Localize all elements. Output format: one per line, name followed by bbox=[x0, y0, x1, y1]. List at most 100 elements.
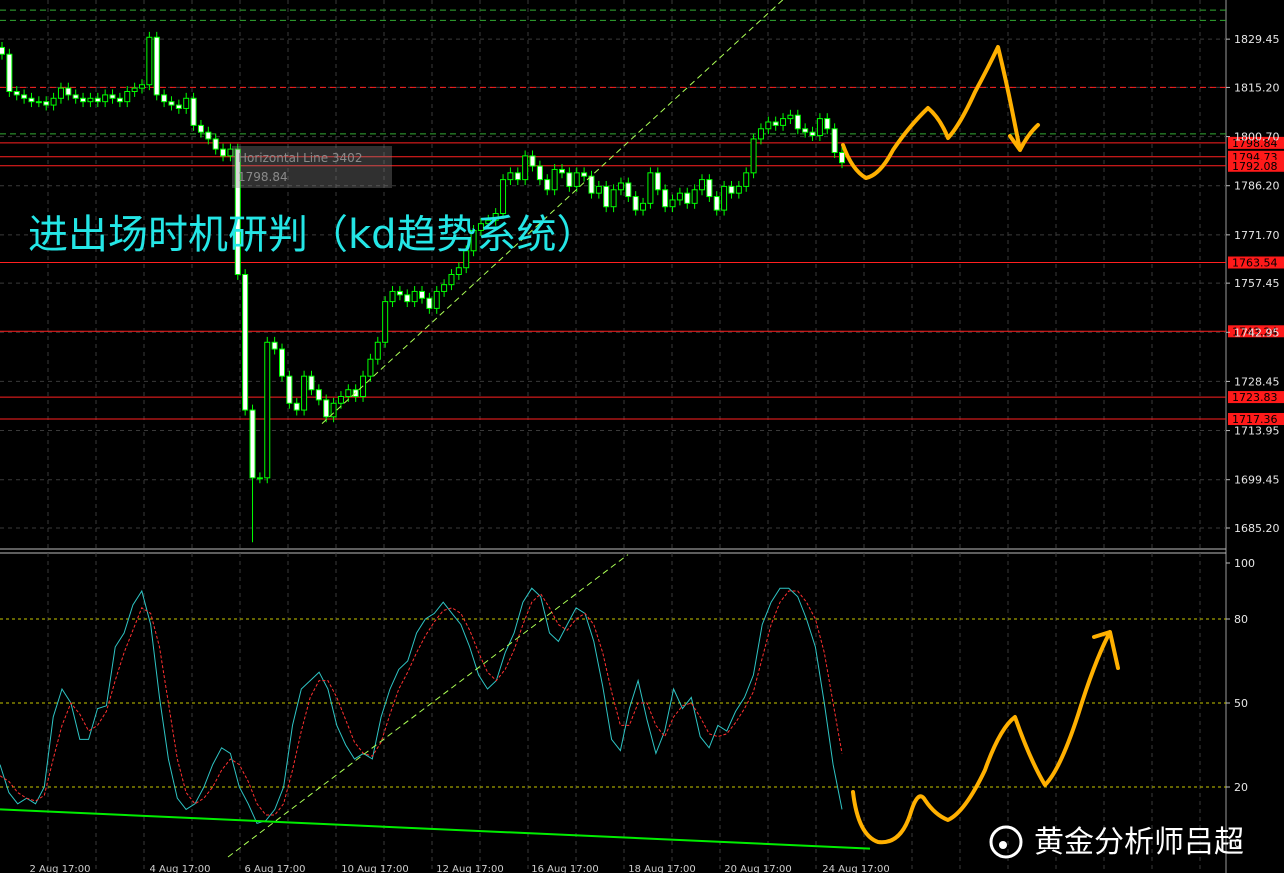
candle-body bbox=[603, 185, 610, 208]
candle-body bbox=[220, 148, 227, 157]
y-tick-label: 1757.45 bbox=[1234, 277, 1280, 290]
candle-body bbox=[72, 94, 79, 99]
candle-body bbox=[802, 128, 809, 133]
stoch-tick-label: 100 bbox=[1234, 557, 1255, 570]
candle-body bbox=[404, 294, 411, 303]
candle-body bbox=[323, 399, 330, 418]
candle-body bbox=[772, 121, 779, 126]
x-tick-label: 12 Aug 17:00 bbox=[436, 864, 503, 873]
candle-body bbox=[6, 53, 13, 92]
level-price-tag-text: 1763.54 bbox=[1232, 257, 1278, 270]
candle-body bbox=[337, 396, 344, 404]
candle-body bbox=[21, 94, 28, 99]
stoch-tick-label: 20 bbox=[1234, 781, 1248, 794]
stoch-tick-label: 80 bbox=[1234, 613, 1248, 626]
candle-body bbox=[190, 97, 197, 126]
candle-body bbox=[559, 168, 565, 174]
candle-body bbox=[544, 179, 551, 191]
candle-body bbox=[146, 36, 153, 86]
candle-body bbox=[617, 182, 624, 191]
candle-body bbox=[411, 290, 418, 303]
candle-body bbox=[183, 97, 190, 109]
weibo-icon-eye bbox=[999, 841, 1007, 849]
candle-body bbox=[419, 290, 425, 299]
candle-body bbox=[175, 104, 182, 109]
object-label-name: Horizontal Line 3402 bbox=[238, 151, 362, 165]
candle-body bbox=[197, 124, 204, 133]
candle-body bbox=[780, 118, 787, 126]
candle-body bbox=[433, 290, 440, 309]
candle-body bbox=[293, 402, 300, 411]
candle-body bbox=[455, 267, 462, 276]
candle-body bbox=[765, 121, 772, 130]
candle-body bbox=[691, 189, 698, 204]
candle-body bbox=[529, 155, 536, 167]
candle-body bbox=[80, 97, 87, 103]
candle-body bbox=[116, 97, 123, 103]
candle-body bbox=[699, 179, 705, 191]
candle-body bbox=[57, 87, 64, 99]
level-price-tag-text: 1723.83 bbox=[1232, 391, 1278, 404]
candle-body bbox=[242, 274, 249, 411]
candle-body bbox=[669, 199, 676, 208]
candle-body bbox=[735, 185, 742, 194]
candle-body bbox=[684, 192, 691, 204]
candle-body bbox=[43, 101, 50, 106]
trading-chart: 1798.841794.731792.081763.541743.241723.… bbox=[0, 0, 1284, 873]
candle-body bbox=[448, 274, 455, 286]
y-tick-label: 1786.20 bbox=[1234, 180, 1280, 193]
candle-body bbox=[264, 341, 271, 479]
candle-body bbox=[794, 114, 801, 130]
candle-body bbox=[831, 128, 838, 153]
candle-body bbox=[728, 185, 735, 194]
candle-body bbox=[205, 131, 212, 140]
candle-body bbox=[131, 87, 138, 93]
candle-body bbox=[713, 196, 720, 211]
candle-body bbox=[367, 358, 374, 377]
candle-body bbox=[87, 97, 94, 103]
candle-body bbox=[279, 348, 285, 377]
candle-body bbox=[566, 172, 573, 187]
candle-body bbox=[721, 185, 728, 211]
candle-body bbox=[750, 138, 757, 174]
candle-body bbox=[610, 189, 617, 208]
candle-body bbox=[816, 118, 823, 137]
y-tick-label: 1728.45 bbox=[1234, 375, 1280, 388]
candle-body bbox=[308, 375, 315, 391]
candle-body bbox=[102, 94, 109, 103]
candle-body bbox=[382, 301, 389, 343]
candle-body bbox=[787, 114, 794, 120]
candle-body bbox=[706, 179, 713, 198]
candle-body bbox=[522, 155, 529, 181]
candle-body bbox=[514, 172, 521, 181]
candle-body bbox=[676, 192, 683, 201]
chart-title: 进出场时机研判（kd趋势系统） bbox=[28, 212, 597, 258]
candle-body bbox=[507, 172, 514, 181]
candle-body bbox=[581, 172, 588, 177]
candle-body bbox=[588, 175, 595, 194]
candle-body bbox=[109, 94, 116, 99]
candle-body bbox=[757, 128, 764, 140]
candle-body bbox=[13, 91, 20, 96]
candle-body bbox=[595, 185, 602, 194]
x-tick-label: 6 Aug 17:00 bbox=[244, 864, 305, 873]
candle-body bbox=[271, 341, 278, 350]
y-tick-label: 1815.20 bbox=[1234, 81, 1280, 94]
candle-body bbox=[0, 46, 5, 55]
candle-body bbox=[124, 91, 131, 103]
candle-body bbox=[573, 172, 580, 187]
y-tick-label: 1771.70 bbox=[1234, 229, 1280, 242]
candle-body bbox=[640, 202, 647, 211]
object-label-box: Horizontal Line 3402 1798.84 bbox=[232, 146, 392, 188]
candle-body bbox=[35, 101, 42, 104]
y-tick-label: 1685.20 bbox=[1234, 522, 1280, 535]
candle-body bbox=[632, 196, 639, 211]
candle-body bbox=[374, 341, 381, 360]
stoch-tick-label: 50 bbox=[1234, 697, 1248, 710]
candle-body bbox=[286, 375, 293, 404]
candle-body bbox=[824, 118, 831, 130]
candle-body bbox=[315, 389, 322, 401]
object-label-price: 1798.84 bbox=[238, 170, 288, 184]
level-price-tag-text: 1792.08 bbox=[1232, 160, 1278, 173]
watermark-text: 黄金分析师吕超 bbox=[1034, 825, 1244, 860]
